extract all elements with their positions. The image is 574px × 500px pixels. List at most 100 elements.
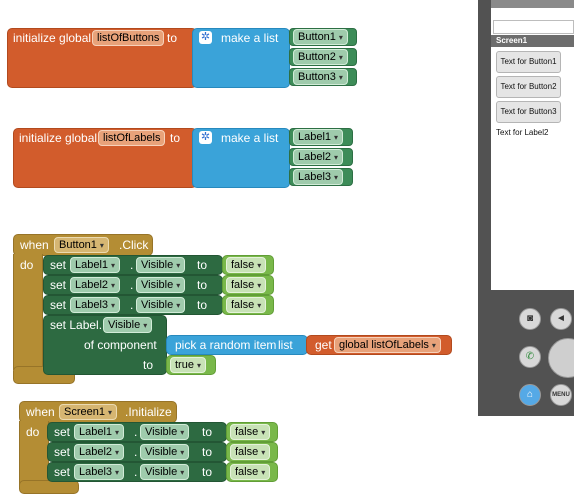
dropdown-arrow-icon: ▾ — [257, 261, 262, 270]
get-label: get — [315, 338, 332, 352]
dropdown-arrow-icon: ▾ — [115, 468, 120, 477]
dropdown-arrow-icon: ▾ — [176, 301, 181, 310]
to-label: to — [202, 465, 213, 479]
component-field[interactable]: Label2 ▾ — [293, 149, 344, 165]
setter-property-name: Visible — [141, 259, 174, 271]
component-field[interactable]: Label3 ▾ — [293, 169, 344, 185]
dropdown-arrow-icon: ▾ — [176, 281, 181, 290]
setter-component-name: Label3 — [79, 466, 113, 478]
dropdown-arrow-icon: ▾ — [334, 133, 339, 142]
component-field[interactable]: Label1 ▾ — [293, 129, 344, 145]
component-block-label2[interactable]: Label2 ▾ — [289, 148, 353, 166]
emulator-button-1[interactable]: Text for Button1 — [496, 51, 561, 73]
list-socket-label: list — [278, 338, 293, 352]
generic-property-name: Visible — [108, 319, 141, 331]
event-name-label: .Click — [119, 238, 149, 252]
variable-name-field[interactable]: listOfButtons — [92, 30, 165, 46]
event-component-field[interactable]: Screen1 ▾ — [59, 404, 117, 420]
menu-button[interactable]: MENU — [550, 384, 572, 406]
generic-set-label: set Label. — [50, 318, 103, 332]
call-icon[interactable]: ✆ — [519, 346, 541, 368]
setter-property-field[interactable]: Visible ▾ — [140, 464, 190, 480]
dot-label: . — [130, 258, 134, 272]
component-block-label1[interactable]: Label1 ▾ — [289, 128, 353, 146]
boolean-value-field[interactable]: false ▾ — [226, 297, 267, 313]
to-label: to — [143, 358, 154, 372]
component-block-button3[interactable]: Button3 ▾ — [289, 68, 357, 86]
boolean-value-field[interactable]: false ▾ — [226, 257, 267, 273]
to-label: to — [202, 425, 213, 439]
event-component-field[interactable]: Button1 ▾ — [54, 237, 109, 253]
home-icon[interactable]: ⌂ — [519, 384, 541, 406]
generic-property-field[interactable]: Visible ▾ — [103, 317, 153, 333]
setter-property-name: Visible — [141, 299, 174, 311]
make-a-list-label: make a list — [221, 31, 279, 45]
dropdown-arrow-icon: ▾ — [115, 428, 120, 437]
boolean-value: false — [235, 446, 259, 458]
emulator-screen-title: Screen1 — [496, 36, 528, 45]
setter-property-name: Visible — [141, 279, 174, 291]
setter-component-field[interactable]: Label3 ▾ — [70, 297, 121, 313]
boolean-value-field[interactable]: false ▾ — [230, 424, 271, 440]
setter-property-field[interactable]: Visible ▾ — [140, 424, 190, 440]
setter-component-field[interactable]: Label1 ▾ — [70, 257, 121, 273]
component-block-label3[interactable]: Label3 ▾ — [289, 168, 353, 186]
setter-component-field[interactable]: Label3 ▾ — [74, 464, 125, 480]
boolean-value-field[interactable]: false ▾ — [226, 277, 267, 293]
component-field[interactable]: Button2 ▾ — [293, 49, 348, 65]
get-variable-field[interactable]: global listOfLabels ▾ — [334, 337, 441, 353]
variable-name-field[interactable]: listOfLabels — [98, 130, 166, 146]
pick-random-item-label: pick a random item — [175, 338, 277, 352]
emulator-button-3[interactable]: Text for Button3 — [496, 101, 561, 123]
event-component-name: Button1 — [59, 239, 97, 251]
mutator-gear-icon[interactable]: ✲ — [199, 131, 212, 144]
boolean-value: true — [175, 359, 194, 371]
boolean-value: false — [235, 426, 259, 438]
emulator-label: Text for Label2 — [496, 128, 549, 137]
setter-property-field[interactable]: Visible ▾ — [136, 297, 186, 313]
setter-component-name: Label3 — [75, 299, 109, 311]
setter-component-field[interactable]: Label2 ▾ — [70, 277, 121, 293]
of-component-label: of component — [84, 338, 157, 352]
dropdown-arrow-icon: ▾ — [115, 448, 120, 457]
component-name: Button1 — [298, 31, 336, 43]
setter-property-name: Visible — [145, 466, 178, 478]
to-label: to — [170, 131, 181, 145]
dropdown-arrow-icon: ▾ — [180, 428, 185, 437]
setter-property-field[interactable]: Visible ▾ — [136, 257, 186, 273]
setter-component-field[interactable]: Label2 ▾ — [74, 444, 125, 460]
component-name: Label1 — [298, 131, 332, 143]
do-label: do — [20, 258, 34, 272]
component-name: Button3 — [298, 71, 336, 83]
to-label: to — [167, 31, 178, 45]
setter-component-name: Label2 — [75, 279, 109, 291]
setter-property-field[interactable]: Visible ▾ — [140, 444, 190, 460]
boolean-value-field[interactable]: false ▾ — [230, 464, 271, 480]
camera-icon[interactable]: ◙ — [519, 308, 541, 330]
component-name: Button2 — [298, 51, 336, 63]
dropdown-arrow-icon: ▾ — [334, 173, 339, 182]
mutator-gear-icon[interactable]: ✲ — [199, 31, 212, 44]
setter-property-field[interactable]: Visible ▾ — [136, 277, 186, 293]
dropdown-arrow-icon: ▾ — [338, 53, 343, 62]
set-label: set — [54, 445, 71, 459]
setter-component-field[interactable]: Label1 ▾ — [74, 424, 125, 440]
make-a-list-label: make a list — [221, 131, 279, 145]
when-label: when — [26, 405, 55, 419]
boolean-value-field[interactable]: false ▾ — [230, 444, 271, 460]
volume-icon[interactable]: ◄ — [550, 308, 572, 330]
dropdown-arrow-icon: ▾ — [257, 281, 262, 290]
component-block-button1[interactable]: Button1 ▾ — [289, 28, 357, 46]
component-block-button2[interactable]: Button2 ▾ — [289, 48, 357, 66]
init-global-label: initialize global — [13, 31, 92, 45]
dot-label: . — [134, 425, 138, 439]
emulator-button-2[interactable]: Text for Button2 — [496, 76, 561, 98]
dot-label: . — [130, 298, 134, 312]
dropdown-arrow-icon: ▾ — [196, 361, 201, 370]
component-field[interactable]: Button3 ▾ — [293, 69, 348, 85]
component-field[interactable]: Button1 ▾ — [293, 29, 348, 45]
dropdown-arrow-icon: ▾ — [143, 321, 148, 330]
boolean-value-field[interactable]: true ▾ — [170, 357, 206, 373]
boolean-value: false — [231, 279, 255, 291]
dropdown-arrow-icon: ▾ — [261, 448, 266, 457]
